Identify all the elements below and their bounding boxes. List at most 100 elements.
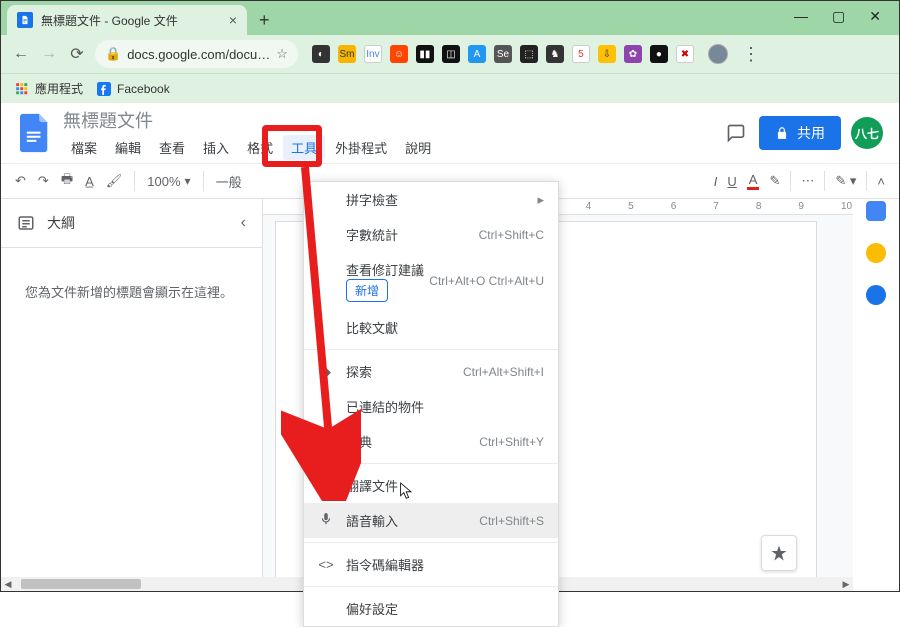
scroll-right-icon[interactable]: ▶ [839, 577, 853, 591]
menu-item-label: 比較文獻 [346, 318, 398, 337]
comments-icon[interactable] [723, 120, 749, 146]
editing-mode-icon[interactable]: ✎ ▾ [835, 173, 856, 189]
tools-menu: 拼字檢查▸字數統計Ctrl+Shift+C查看修訂建議新增Ctrl+Alt+O … [303, 181, 559, 627]
ext-icon[interactable]: ● [650, 45, 668, 63]
scroll-left-icon[interactable]: ◀ [1, 577, 15, 591]
paragraph-style-select[interactable]: 一般 [216, 172, 242, 191]
ext-icon[interactable]: ⬚ [520, 45, 538, 63]
tools-menu-item[interactable]: <>指令碼編輯器 [304, 547, 558, 582]
mic-icon [318, 512, 334, 529]
close-window-icon[interactable]: ✕ [869, 8, 881, 25]
menu-item-label: 偏好設定 [346, 599, 398, 618]
text-color-icon[interactable]: A [747, 172, 760, 190]
ext-icon[interactable]: ☺ [390, 45, 408, 63]
explore-icon: ◆ [318, 364, 334, 380]
menu-格式[interactable]: 格式 [239, 135, 281, 160]
tab-title: 無標題文件 - Google 文件 [41, 12, 178, 29]
reload-icon[interactable]: ⟳ [67, 44, 87, 64]
outline-icon [17, 214, 35, 232]
bookmark-apps[interactable]: 應用程式 [15, 80, 83, 97]
undo-icon[interactable]: ↶ [15, 173, 26, 189]
bookmark-facebook[interactable]: Facebook [97, 82, 170, 96]
zoom-select[interactable]: 100% ▾ [147, 174, 190, 189]
bookmarks-bar: 應用程式 Facebook [1, 73, 899, 103]
paint-format-icon[interactable]: 🖌 [106, 173, 123, 189]
collapse-toolbar-icon[interactable]: ˄ [877, 174, 885, 189]
menu-插入[interactable]: 插入 [195, 135, 237, 160]
print-icon[interactable]: 🖶 [61, 170, 73, 192]
tab-close-icon[interactable]: × [229, 12, 237, 28]
menu-編輯[interactable]: 編輯 [107, 135, 149, 160]
menu-shortcut: Ctrl+Alt+Shift+I [463, 365, 544, 379]
ext-icon[interactable]: ◫ [442, 45, 460, 63]
share-button[interactable]: 共用 [759, 116, 841, 150]
ext-icon[interactable]: Sm [338, 45, 356, 63]
menu-item-label: 指令碼編輯器 [346, 555, 424, 574]
browser-tab[interactable]: 無標題文件 - Google 文件 × [7, 5, 247, 35]
more-tools-icon[interactable]: ⋯ [801, 173, 814, 189]
facebook-icon [97, 82, 111, 96]
highlight-icon[interactable]: ✎ [769, 173, 780, 189]
ext-icon[interactable]: Se [494, 45, 512, 63]
address-bar[interactable]: 🔒 docs.google.com/docu… ☆ [95, 40, 298, 68]
back-icon[interactable]: ← [11, 45, 31, 63]
tools-menu-item[interactable]: 偏好設定 [304, 591, 558, 626]
docs-header: 無標題文件 檔案編輯查看插入格式工具外掛程式說明 共用 八七 [1, 103, 899, 163]
menu-工具[interactable]: 工具 [283, 135, 325, 160]
scroll-thumb[interactable] [21, 579, 141, 589]
menu-外掛程式[interactable]: 外掛程式 [327, 135, 395, 160]
ext-icon[interactable]: ♞ [546, 45, 564, 63]
calendar-app-icon[interactable] [866, 201, 886, 221]
menu-item-label: 已連結的物件 [346, 397, 424, 416]
spellcheck-icon[interactable]: A̲ [85, 174, 94, 189]
redo-icon[interactable]: ↷ [38, 173, 49, 189]
ext-icon[interactable]: ◐ [312, 45, 330, 63]
window-controls: — ▢ ✕ [794, 8, 899, 35]
ext-icon[interactable]: 5 [572, 45, 590, 63]
lock-icon [775, 126, 789, 140]
tools-menu-item[interactable]: 語音輸入Ctrl+Shift+S [304, 503, 558, 538]
explore-fab[interactable] [761, 535, 797, 571]
ext-icon[interactable]: ▮▮ [416, 45, 434, 63]
menu-shortcut: Ctrl+Shift+C [479, 228, 544, 242]
new-tab-button[interactable]: + [259, 10, 270, 31]
forward-icon[interactable]: → [39, 45, 59, 63]
docs-favicon [17, 12, 33, 28]
menu-說明[interactable]: 說明 [397, 135, 439, 160]
ext-icon[interactable]: A [468, 45, 486, 63]
maximize-icon[interactable]: ▢ [832, 8, 845, 25]
menu-shortcut: Ctrl+Shift+Y [479, 435, 544, 449]
ext-icon[interactable]: ✿ [624, 45, 642, 63]
menu-檔案[interactable]: 檔案 [63, 135, 105, 160]
bookmark-star-icon[interactable]: ☆ [276, 46, 288, 62]
underline-icon[interactable]: U [727, 174, 736, 189]
menu-item-label: 字典 [346, 432, 372, 451]
extensions-row: ◐ Sm Inv ☺ ▮▮ ◫ A Se ⬚ ♞ 5 ⇩ ✿ ● ✖ [312, 45, 694, 63]
tools-menu-item[interactable]: 已連結的物件 [304, 389, 558, 424]
outline-collapse-icon[interactable]: ‹ [241, 214, 246, 232]
menu-查看[interactable]: 查看 [151, 135, 193, 160]
submenu-arrow-icon: ▸ [537, 192, 544, 208]
ext-icon[interactable]: ⇩ [598, 45, 616, 63]
tools-menu-item[interactable]: 翻譯文件 [304, 468, 558, 503]
account-badge[interactable]: 八七 [851, 117, 883, 149]
url-text: docs.google.com/docu… [127, 47, 270, 62]
document-title[interactable]: 無標題文件 [63, 107, 439, 133]
keep-app-icon[interactable] [866, 243, 886, 263]
tools-menu-item[interactable]: 字典 Ctrl+Shift+Y [304, 424, 558, 459]
menu-item-label: 探索 [346, 362, 372, 381]
tasks-app-icon[interactable] [866, 285, 886, 305]
docs-logo-icon[interactable] [17, 110, 53, 156]
tools-menu-item[interactable]: 查看修訂建議新增Ctrl+Alt+O Ctrl+Alt+U [304, 252, 558, 310]
ext-icon[interactable]: Inv [364, 45, 382, 63]
tools-menu-item[interactable]: 拼字檢查▸ [304, 182, 558, 217]
browser-menu-icon[interactable]: ⋮ [742, 44, 760, 65]
minimize-icon[interactable]: — [794, 8, 808, 25]
tools-menu-item[interactable]: 比較文獻 [304, 310, 558, 345]
italic-icon[interactable]: I [714, 174, 718, 189]
profile-avatar[interactable] [708, 44, 728, 64]
outline-panel: 大綱 ‹ 您為文件新增的標題會顯示在這裡。 [1, 199, 263, 591]
ext-icon[interactable]: ✖ [676, 45, 694, 63]
tools-menu-item[interactable]: ◆ 探索 Ctrl+Alt+Shift+I [304, 354, 558, 389]
tools-menu-item[interactable]: 字數統計Ctrl+Shift+C [304, 217, 558, 252]
